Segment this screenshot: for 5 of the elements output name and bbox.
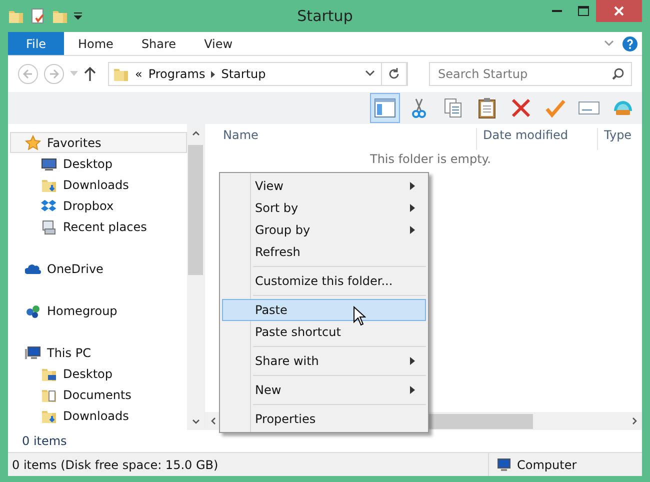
item-count: 0 items (21, 433, 68, 450)
status-location: Computer (517, 458, 577, 472)
window-title: Startup (297, 7, 353, 25)
status-text: 0 items (Disk free space: 15.0 GB) (12, 458, 218, 472)
empty-folder-message: This folder is empty. (370, 152, 492, 166)
